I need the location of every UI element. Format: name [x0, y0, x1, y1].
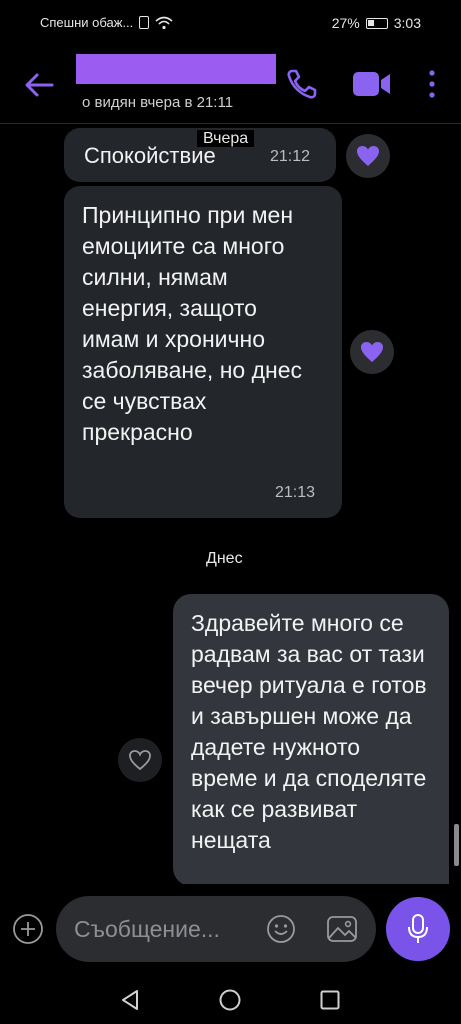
heart-filled-icon — [361, 342, 383, 362]
message-text: Здравейте много се радвам за вас от тази… — [191, 610, 427, 853]
phone-icon[interactable] — [284, 66, 320, 102]
heart-outline-icon — [129, 750, 151, 771]
date-label: Днес — [206, 550, 243, 567]
plus-icon[interactable] — [12, 913, 44, 945]
message-bubble-incoming[interactable]: Принципно при мен емоциите са много силн… — [64, 186, 342, 518]
chat-header: о видян вчера в 21:11 — [0, 44, 461, 124]
emoji-icon[interactable] — [266, 914, 296, 944]
more-options-icon[interactable] — [424, 68, 440, 100]
wifi-icon — [155, 16, 173, 29]
heart-filled-icon — [357, 146, 379, 166]
status-left: Спешни обаж... — [40, 15, 173, 30]
message-text: Принципно при мен емоциите са много силн… — [82, 202, 302, 445]
voice-message-button[interactable] — [386, 897, 450, 961]
like-button[interactable] — [118, 738, 162, 782]
video-call-icon[interactable] — [350, 68, 392, 100]
redacted-contact-name[interactable] — [76, 54, 276, 84]
clock: 3:03 — [393, 15, 421, 31]
gallery-icon[interactable] — [326, 914, 358, 944]
battery-icon — [365, 17, 388, 29]
sim-icon — [139, 16, 150, 29]
date-separator-today: Днес — [206, 550, 243, 568]
status-right: 27% 3:03 — [332, 15, 421, 31]
last-seen-status: о видян вчера в 21:11 — [82, 94, 234, 111]
status-bar: Спешни обаж... 27% 3:03 — [0, 0, 461, 44]
battery-percent: 27% — [331, 15, 360, 31]
message-input[interactable]: Съобщение... — [56, 896, 376, 962]
microphone-icon — [408, 914, 428, 943]
nav-recents-icon[interactable] — [318, 988, 342, 1012]
carrier-text: Спешни обаж... — [40, 15, 134, 30]
message-text: Спокойствие — [84, 143, 216, 168]
date-label: Вчера — [197, 130, 255, 147]
message-bubble-outgoing[interactable]: Здравейте много се радвам за вас от тази… — [173, 594, 449, 886]
scrollbar-thumb[interactable] — [454, 824, 459, 866]
date-separator-yesterday: Вчера — [197, 130, 255, 148]
like-button[interactable] — [346, 134, 390, 178]
message-composer: Съобщение... — [0, 884, 461, 974]
nav-back-icon[interactable] — [118, 988, 142, 1012]
message-time: 21:13 — [275, 484, 316, 501]
system-navigation-bar — [0, 974, 461, 1024]
like-button[interactable] — [350, 330, 394, 374]
back-arrow-icon[interactable] — [22, 70, 58, 100]
message-time: 21:12 — [270, 148, 311, 165]
input-placeholder: Съобщение... — [74, 916, 220, 942]
nav-home-icon[interactable] — [218, 988, 242, 1012]
